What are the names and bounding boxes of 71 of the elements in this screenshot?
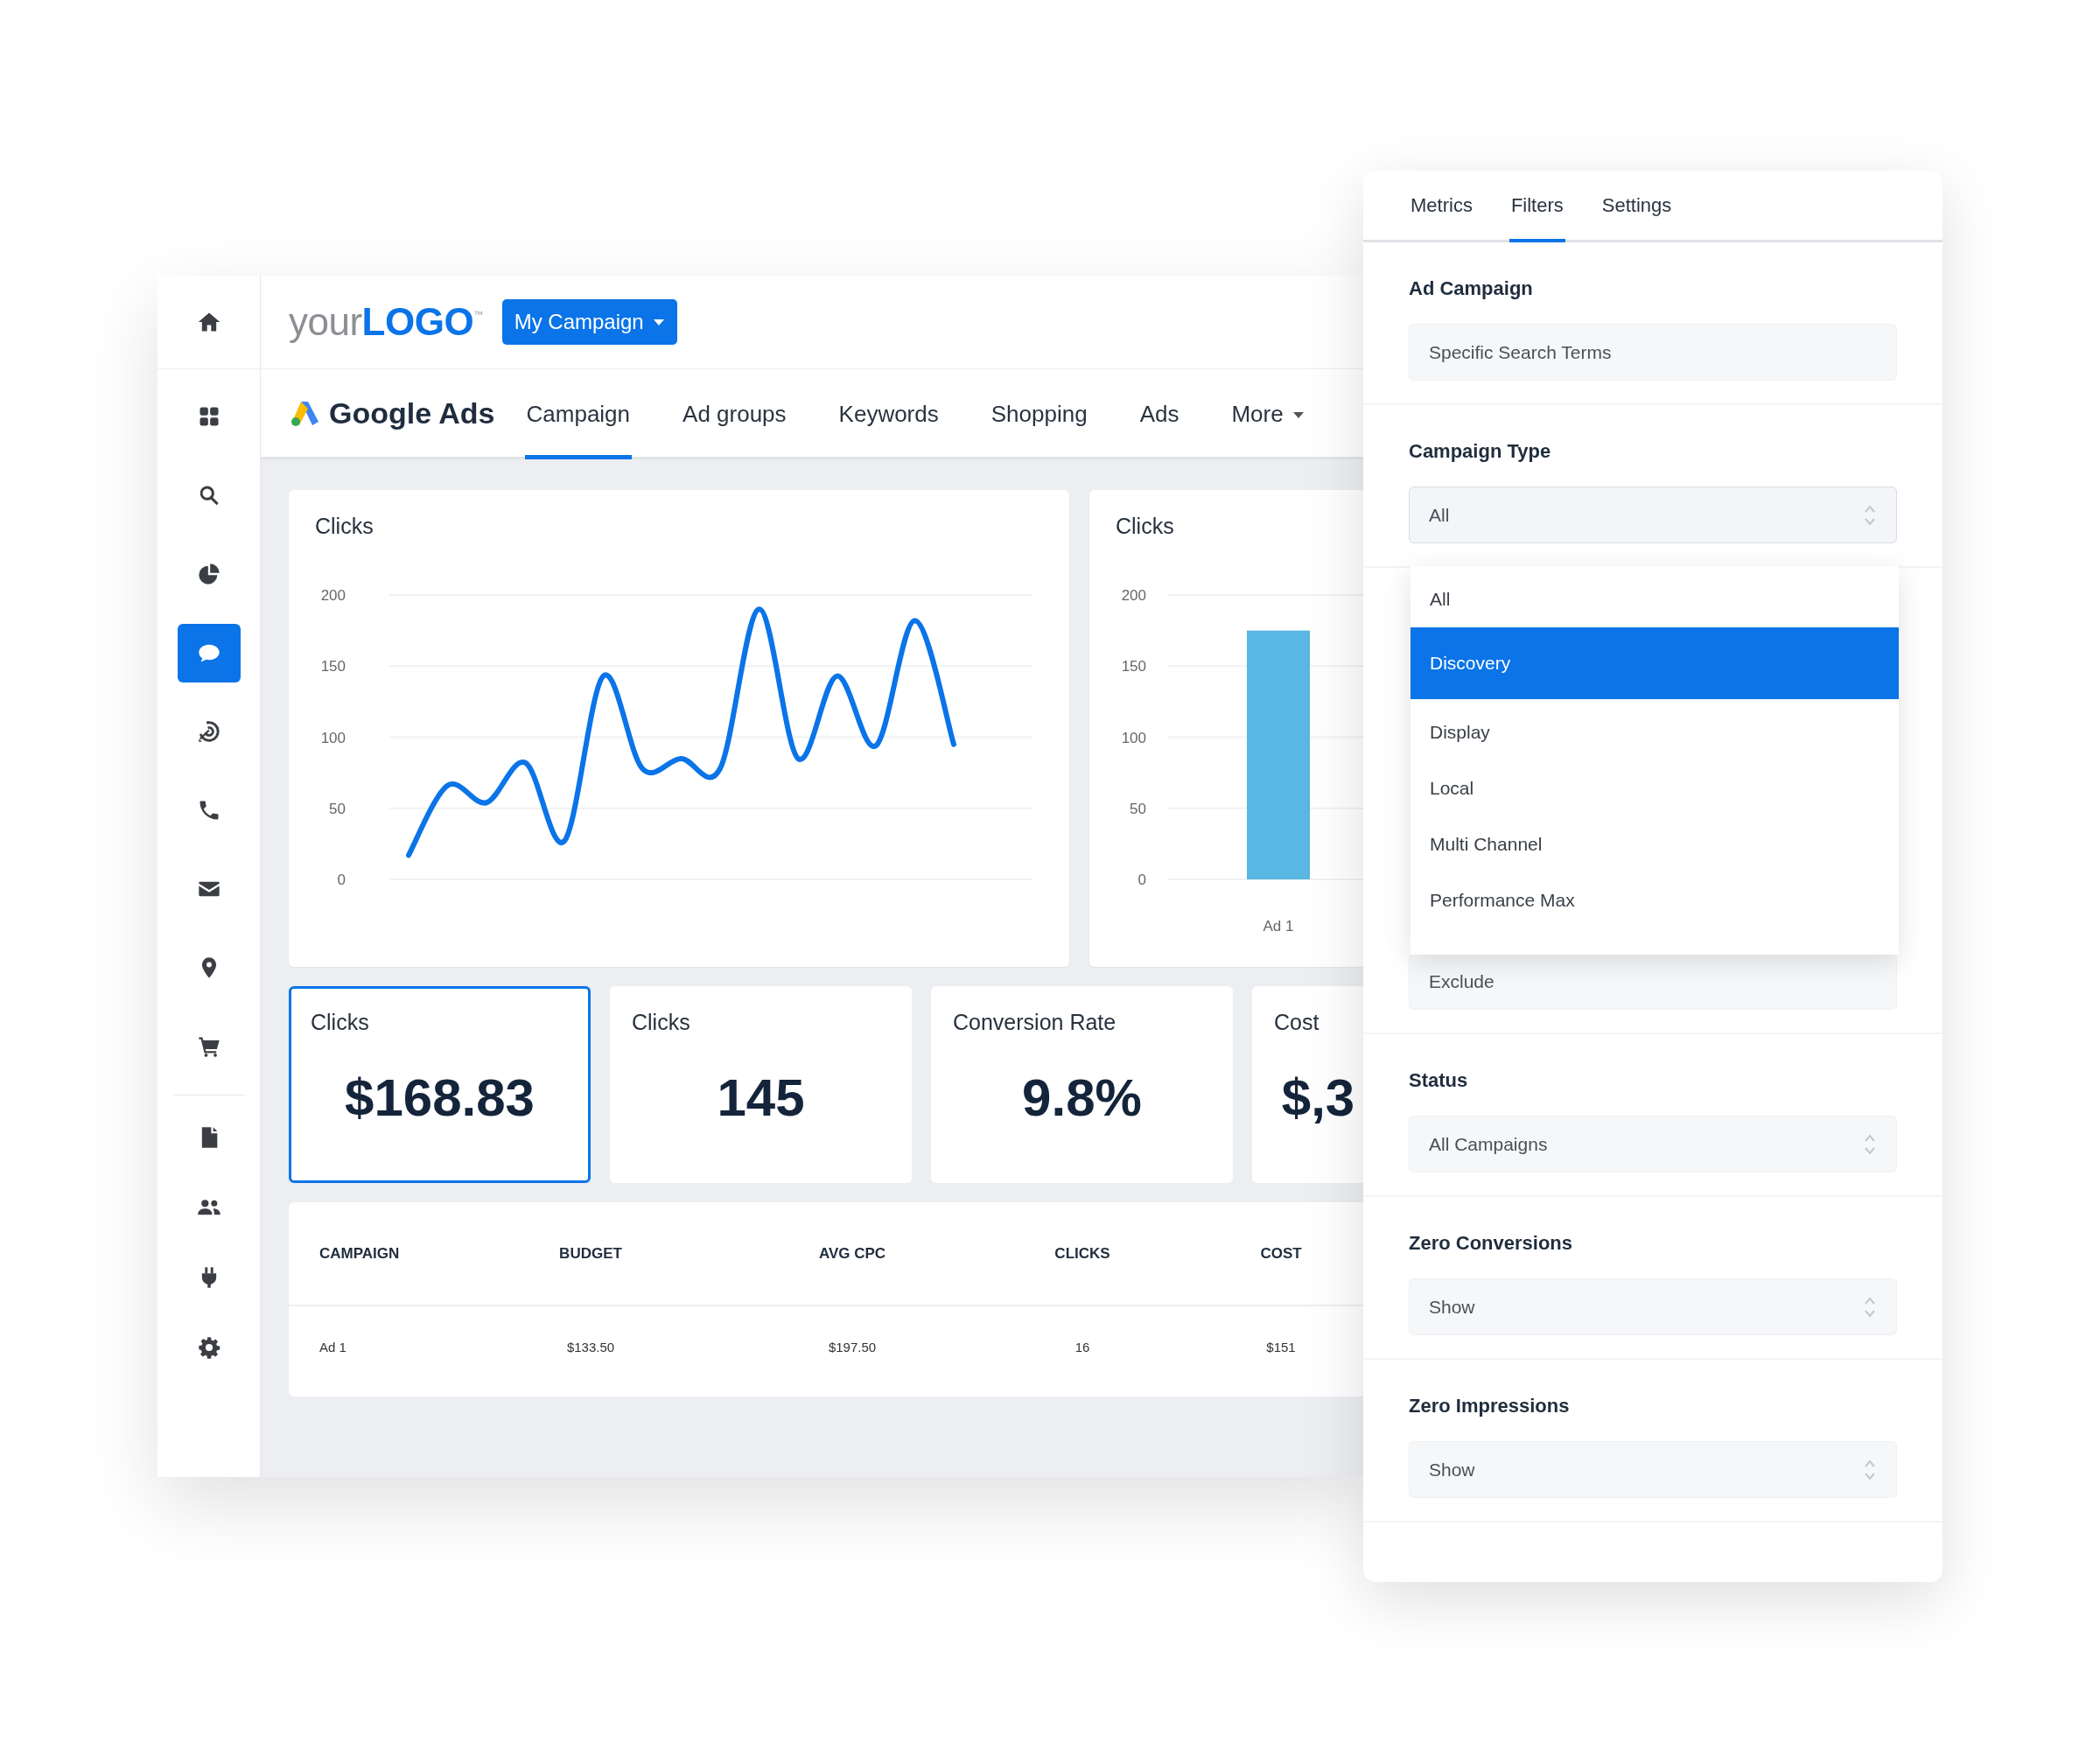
chart-title: Clicks	[1116, 513, 1175, 540]
caret-icon	[652, 318, 665, 326]
triangle-logo-icon	[289, 399, 320, 427]
metric-value: 9.8%	[1021, 1067, 1143, 1129]
metric-card[interactable]: Clicks 145	[610, 986, 912, 1183]
metric-title: Clicks	[632, 1009, 691, 1036]
metric-value: $,3	[1280, 1067, 1356, 1129]
axis-tick-label: 200	[320, 587, 346, 604]
settings-icon	[196, 1335, 221, 1360]
column-header: BUDGET	[558, 1243, 623, 1264]
dropdown-option[interactable]: Performance Max	[1410, 872, 1899, 928]
metric-card[interactable]: Conversion Rate 9.8%	[931, 986, 1233, 1183]
metric-value: 145	[716, 1067, 806, 1129]
nav-tab[interactable]: Campaign	[524, 369, 633, 459]
input-field[interactable]: Exclude	[1409, 953, 1897, 1010]
column-header: AVG CPC	[817, 1243, 887, 1264]
metric-card[interactable]: Clicks $168.83	[289, 986, 591, 1183]
axis-tick-label: 150	[320, 658, 346, 676]
axis-tick-label: 200	[1121, 587, 1146, 604]
axis-tick-label: 100	[1121, 729, 1146, 746]
axis-tick-label: 50	[1130, 800, 1146, 817]
logo: yourLOGO$^{™}$	[289, 299, 483, 345]
caret-icon	[1292, 410, 1305, 419]
metric-card[interactable]: Cost $,3	[1252, 986, 1365, 1183]
column-header: CLICKS	[1054, 1243, 1111, 1264]
dropdown-option[interactable]: Multi Channel	[1410, 816, 1899, 872]
dropdown-option[interactable]: Discovery	[1410, 627, 1899, 699]
pie-chart-icon	[196, 562, 221, 586]
field-label: Zero Conversions	[1409, 1231, 1574, 1256]
nav-tab[interactable]: Ad groups	[681, 369, 788, 459]
nav-tab[interactable]: Shopping	[989, 369, 1089, 459]
panel-tab[interactable]: Filters	[1508, 171, 1565, 242]
field-label: Ad Campaign	[1409, 276, 1534, 301]
select-field[interactable]: Show	[1409, 1278, 1897, 1335]
dropdown-option[interactable]: Local	[1410, 760, 1899, 816]
field-label: Status	[1409, 1068, 1469, 1093]
target-icon	[196, 719, 221, 744]
nav-tab[interactable]: More	[1229, 369, 1306, 459]
table-cell-text: $133.50	[565, 1339, 616, 1357]
field-label: Zero Impressions	[1409, 1394, 1571, 1418]
select-field[interactable]: All	[1409, 486, 1897, 543]
nav-tab[interactable]: Ads	[1138, 369, 1181, 459]
campaign-dropdown-button[interactable]: My Campaign	[501, 299, 677, 345]
table-cell-text: $151	[1265, 1339, 1297, 1357]
metric-value: $168.83	[344, 1067, 536, 1129]
column-header: CAMPAIGN	[319, 1243, 401, 1264]
nav-tab[interactable]: Keywords	[836, 369, 941, 459]
axis-tick-label: 50	[329, 800, 346, 817]
metric-title: Clicks	[311, 1009, 370, 1036]
field-label: Campaign Type	[1409, 439, 1552, 464]
table-cell-text: $197.50	[827, 1339, 878, 1357]
metric-title: Cost	[1274, 1009, 1320, 1036]
brand-name: Google Ads	[329, 395, 495, 431]
metric-title: Conversion Rate	[953, 1009, 1117, 1036]
select-field[interactable]: Show	[1409, 1441, 1897, 1498]
panel-tab[interactable]: Metrics	[1409, 171, 1474, 242]
column-header: COST	[1259, 1243, 1303, 1264]
select-field[interactable]: All Campaigns	[1409, 1116, 1897, 1172]
axis-tick-label: 100	[320, 729, 346, 746]
chart-title: Clicks	[315, 513, 374, 540]
panel-tab[interactable]: Settings	[1600, 171, 1674, 242]
input-field[interactable]: Specific Search Terms	[1409, 324, 1897, 381]
axis-tick-label: 0	[1138, 872, 1146, 888]
axis-tick-label: 0	[337, 872, 346, 888]
dropdown-option[interactable]: All	[1410, 571, 1899, 627]
table-cell-text: Ad 1	[319, 1339, 347, 1357]
table-cell-text: 16	[1074, 1339, 1091, 1357]
axis-label: Ad 1	[1263, 918, 1294, 934]
axis-tick-label: 150	[1121, 658, 1146, 676]
dropdown-option[interactable]: Display	[1410, 704, 1899, 760]
sidebar-item[interactable]	[177, 623, 241, 682]
